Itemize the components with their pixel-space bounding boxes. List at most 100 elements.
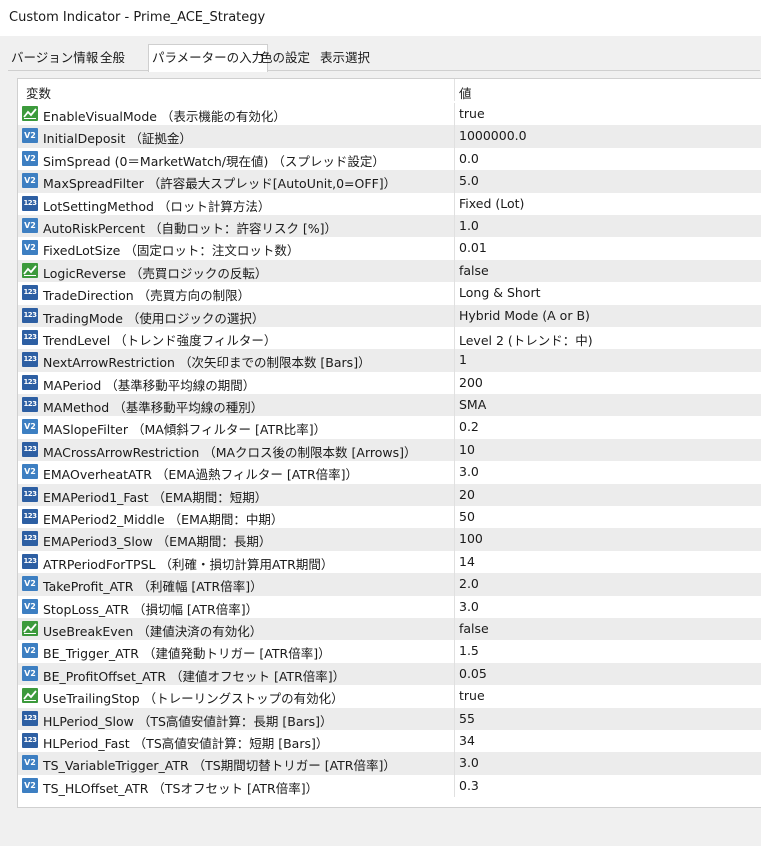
parameter-value[interactable]: true	[459, 688, 485, 703]
integer-icon: 123	[22, 509, 38, 525]
cell-divider	[454, 685, 455, 708]
parameter-value[interactable]: 50	[459, 509, 475, 524]
parameter-name: SimSpread (0＝MarketWatch/現在値) （スプレッド設定）	[43, 153, 385, 169]
parameter-value[interactable]: 1.5	[459, 643, 479, 658]
parameter-value[interactable]: Fixed (Lot)	[459, 196, 524, 211]
parameter-value[interactable]: 3.0	[459, 464, 479, 479]
integer-icon: 123	[22, 710, 38, 726]
table-row[interactable]: V2 AutoRiskPercent （自動ロット：許容リスク [%]） 1.0	[18, 214, 761, 238]
table-row[interactable]: LogicReverse （売買ロジックの反転） false	[18, 259, 761, 283]
integer-icon: 123	[22, 195, 38, 211]
parameter-value[interactable]: Level 2 (トレンド：中)	[459, 330, 593, 349]
parameter-value[interactable]: 100	[459, 531, 483, 546]
integer-icon: 123	[22, 732, 38, 748]
parameter-value[interactable]: 1	[459, 352, 467, 367]
parameter-name: MaxSpreadFilter （許容最大スプレッド[AutoUnit,0=OF…	[43, 176, 397, 192]
parameter-value[interactable]: 55	[459, 711, 475, 726]
parameter-value[interactable]: 34	[459, 733, 475, 748]
parameter-name: UseBreakEven （建値決済の有効化）	[43, 623, 263, 639]
parameter-value[interactable]: Long & Short	[459, 285, 541, 300]
parameter-value[interactable]: 0.05	[459, 666, 487, 681]
parameter-value[interactable]: 0.01	[459, 240, 487, 255]
parameter-name: EMAOverheatATR （EMA過熱フィルター [ATR倍率]）	[43, 467, 359, 483]
table-row[interactable]: 123 MACrossArrowRestriction （MAクロス後の制限本数 …	[18, 438, 761, 462]
parameter-value[interactable]: 1000000.0	[459, 128, 527, 143]
parameter-value[interactable]: 0.0	[459, 151, 479, 166]
parameter-value[interactable]: 200	[459, 375, 483, 390]
table-row[interactable]: 123 TradingMode （使用ロジックの選択） Hybrid Mode (A…	[18, 304, 761, 327]
table-row[interactable]: 123 TradeDirection （売買方向の制限） Long & Short	[18, 282, 761, 305]
table-row[interactable]: 123 MAPeriod （基準移動平均線の期間） 200	[18, 371, 761, 395]
column-header-variable[interactable]: 変数	[26, 83, 51, 102]
parameter-value[interactable]: SMA	[459, 397, 486, 412]
integer-icon: 123	[22, 486, 38, 502]
cell-divider	[454, 237, 455, 260]
parameter-value[interactable]: 14	[459, 554, 475, 569]
table-row[interactable]: EnableVisualMode （表示機能の有効化） true	[18, 103, 761, 126]
table-row[interactable]: V2 StopLoss_ATR （損切幅 [ATR倍率]） 3.0	[18, 595, 761, 618]
parameter-value[interactable]: 0.3	[459, 778, 479, 793]
parameter-name: TrendLevel （トレンド強度フィルター）	[43, 332, 277, 348]
table-row[interactable]: 123 NextArrowRestriction （次矢印までの制限本数 [Bar…	[18, 349, 761, 372]
table-row[interactable]: 123 EMAPeriod2_Middle （EMA期間：中期） 50	[18, 506, 761, 529]
parameter-value[interactable]: Hybrid Mode (A or B)	[459, 308, 590, 323]
parameter-name: LogicReverse （売買ロジックの反転）	[43, 265, 268, 281]
table-row[interactable]: V2 SimSpread (0＝MarketWatch/現在値) （スプレッド設定…	[18, 147, 761, 171]
parameter-value[interactable]: 2.0	[459, 576, 479, 591]
column-header-value[interactable]: 値	[459, 83, 472, 102]
parameter-name: MASlopeFilter （MA傾斜フィルター [ATR比率]）	[43, 422, 327, 438]
cell-divider	[454, 214, 455, 238]
table-row[interactable]: V2 TakeProfit_ATR （利確幅 [ATR倍率]） 2.0	[18, 573, 761, 596]
table-row[interactable]: UseTrailingStop （トレーリングストップの有効化） true	[18, 685, 761, 708]
table-row[interactable]: UseBreakEven （建値決済の有効化） false	[18, 617, 761, 641]
cell-divider	[454, 170, 455, 193]
cell-divider	[454, 528, 455, 551]
table-row[interactable]: V2 FixedLotSize （固定ロット：注文ロット数） 0.01	[18, 237, 761, 260]
table-row[interactable]: 123 HLPeriod_Slow （TS高値安値計算：長期 [Bars]） 55	[18, 707, 761, 730]
table-row[interactable]: 123 LotSettingMethod （ロット計算方法） Fixed (Lot)	[18, 192, 761, 215]
tab-display-select[interactable]: 表示選択	[317, 46, 373, 69]
table-row[interactable]: V2 TS_VariableTrigger_ATR （TS期間切替トリガー [AT…	[18, 752, 761, 775]
double-icon: V2	[22, 576, 38, 592]
parameter-value[interactable]: true	[459, 106, 485, 121]
tab-general[interactable]: 全般	[97, 46, 128, 69]
table-row[interactable]: V2 BE_ProfitOffset_ATR （建値オフセット [ATR倍率]） 0…	[18, 662, 761, 686]
parameter-value[interactable]: false	[459, 621, 489, 636]
table-row[interactable]: 123 ATRPeriodForTPSL （利確・損切計算用ATR期間） 14	[18, 550, 761, 574]
double-icon: V2	[22, 128, 38, 144]
parameter-value[interactable]: 3.0	[459, 599, 479, 614]
tab-input-parameters[interactable]: パラメーターの入力	[148, 44, 269, 72]
table-row[interactable]: 123 MAMethod （基準移動平均線の種別） SMA	[18, 394, 761, 417]
bool-icon	[22, 620, 38, 636]
table-row[interactable]: V2 MaxSpreadFilter （許容最大スプレッド[AutoUnit,0=…	[18, 170, 761, 193]
table-row[interactable]: V2 BE_Trigger_ATR （建値発動トリガー [ATR倍率]） 1.5	[18, 640, 761, 663]
cell-divider	[454, 662, 455, 686]
parameter-value[interactable]: false	[459, 263, 489, 278]
integer-icon: 123	[22, 307, 38, 323]
cell-divider	[454, 438, 455, 462]
parameter-value[interactable]: 3.0	[459, 755, 479, 770]
table-row[interactable]: 123 TrendLevel （トレンド強度フィルター） Level 2 (トレンド…	[18, 326, 761, 350]
table-row[interactable]: V2 TS_HLOffset_ATR （TSオフセット [ATR倍率]） 0.3	[18, 774, 761, 798]
parameter-value[interactable]: 0.2	[459, 419, 479, 434]
parameter-name: TS_VariableTrigger_ATR （TS期間切替トリガー [ATR倍…	[43, 758, 396, 774]
parameter-value[interactable]: 10	[459, 442, 475, 457]
cell-divider	[454, 416, 455, 439]
parameter-value[interactable]: 20	[459, 487, 475, 502]
table-row[interactable]: 123 HLPeriod_Fast （TS高値安値計算：短期 [Bars]） 34	[18, 729, 761, 753]
integer-icon: 123	[22, 441, 38, 457]
parameter-value[interactable]: 5.0	[459, 173, 479, 188]
tab-color-settings[interactable]: 色の設定	[257, 46, 313, 69]
table-row[interactable]: V2 InitialDeposit （証拠金） 1000000.0	[18, 125, 761, 148]
parameter-name: LotSettingMethod （ロット計算方法）	[43, 198, 271, 214]
parameter-value[interactable]: 1.0	[459, 218, 479, 233]
column-divider[interactable]	[454, 79, 455, 101]
table-row[interactable]: V2 MASlopeFilter （MA傾斜フィルター [ATR比率]） 0.2	[18, 416, 761, 439]
table-row[interactable]: 123 EMAPeriod3_Slow （EMA期間：長期） 100	[18, 528, 761, 551]
table-row[interactable]: 123 EMAPeriod1_Fast （EMA期間：短期） 20	[18, 483, 761, 507]
tab-version-info[interactable]: バージョン情報	[8, 46, 101, 69]
table-row[interactable]: V2 EMAOverheatATR （EMA過熱フィルター [ATR倍率]） 3.0	[18, 461, 761, 484]
parameter-name: StopLoss_ATR （損切幅 [ATR倍率]）	[43, 601, 259, 617]
integer-icon: 123	[22, 352, 38, 368]
cell-divider	[454, 774, 455, 798]
